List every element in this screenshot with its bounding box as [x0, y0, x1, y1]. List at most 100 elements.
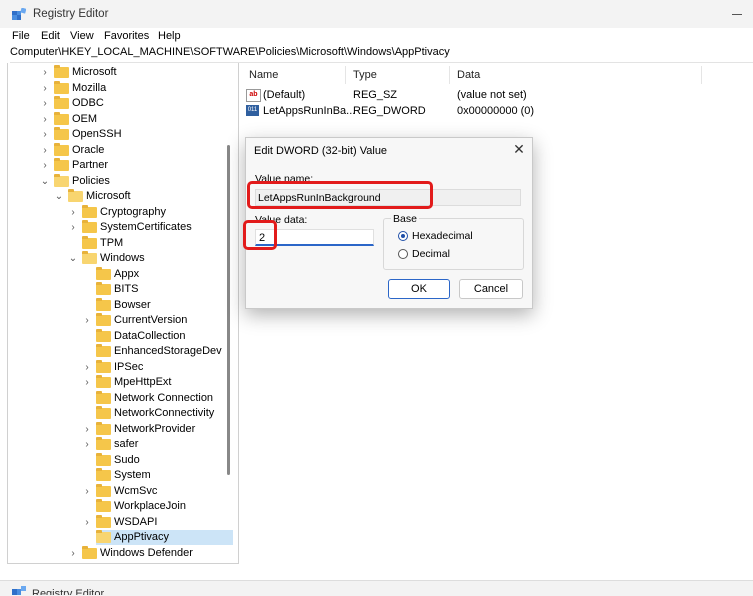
tree-item-label: Microsoft [86, 190, 131, 202]
decimal-label[interactable]: Decimal [412, 248, 450, 260]
column-header-name[interactable]: Name [249, 69, 278, 81]
menu-help[interactable]: Help [158, 30, 181, 42]
tree-item-label: IPSec [114, 360, 144, 373]
tree-item-label: Mozilla [72, 81, 107, 94]
chevron-right-icon[interactable]: › [40, 96, 50, 111]
chevron-right-icon[interactable]: › [40, 143, 50, 158]
tree-item[interactable]: › Partner [43, 158, 233, 173]
tree-item-label: Microsoft [72, 66, 117, 78]
chevron-right-icon[interactable]: › [40, 81, 50, 96]
chevron-right-icon[interactable]: › [68, 205, 78, 220]
tree-item[interactable]: Bowser [96, 297, 233, 313]
tree-item[interactable]: › IPSec [85, 359, 233, 375]
tree-item[interactable]: AppPtivacy [96, 530, 233, 545]
tree-item-label: SystemCertificates [100, 221, 192, 233]
cancel-button[interactable]: Cancel [459, 279, 523, 299]
tree-item[interactable]: NetworkConnectivity [96, 406, 233, 421]
folder-icon [96, 514, 111, 528]
chevron-down-icon[interactable]: ⌄ [68, 251, 78, 266]
menu-edit[interactable]: Edit [41, 30, 60, 42]
tree-item-label: safer [114, 438, 139, 450]
tree-item[interactable]: BITS [96, 282, 233, 297]
tree-item[interactable]: › MpeHttpExt [85, 375, 233, 390]
folder-icon [96, 282, 111, 295]
tree-item-label: EnhancedStorageDev [114, 345, 222, 357]
tree-item-label: Oracle [72, 143, 105, 156]
ok-button[interactable]: OK [388, 279, 450, 299]
tree-item[interactable]: EnhancedStorageDev [96, 344, 233, 359]
chevron-right-icon[interactable]: › [40, 158, 50, 173]
tree-item[interactable]: Network Connection [96, 390, 233, 406]
tree-item[interactable]: Sudo [96, 452, 233, 468]
tree-item[interactable]: ⌄ Policies [41, 173, 233, 189]
column-header-data[interactable]: Data [457, 69, 480, 81]
tree-item[interactable]: › WcmSvc [85, 483, 233, 499]
tree-item[interactable]: › Mozilla [43, 80, 233, 96]
tree-item[interactable]: ⌄ Microsoft [55, 189, 233, 204]
menu-file[interactable]: File [12, 30, 30, 42]
chevron-right-icon[interactable]: › [68, 220, 78, 235]
list-row[interactable]: 011 LetAppsRunInBa... REG_DWORD 0x000000… [241, 103, 753, 119]
tree-item[interactable]: › Windows Defender [71, 545, 233, 561]
tree-item-label: NetworkConnectivity [114, 407, 215, 419]
tree-item[interactable]: › CurrentVersion [85, 313, 233, 328]
menu-view[interactable]: View [70, 30, 94, 42]
tree-item-label: DataCollection [114, 329, 186, 342]
chevron-right-icon[interactable]: › [40, 127, 50, 142]
base-label: Base [391, 213, 419, 225]
chevron-right-icon[interactable]: › [82, 484, 92, 499]
tree-item[interactable]: DataCollection [96, 328, 233, 344]
close-icon[interactable]: ✕ [512, 142, 526, 156]
registry-editor-icon [12, 586, 26, 595]
tree-item-label: Sudo [114, 453, 140, 466]
tree-item[interactable]: › NetworkProvider [85, 421, 233, 437]
tree-item[interactable]: › SystemCertificates [71, 220, 233, 235]
tree-item-label: WorkplaceJoin [114, 500, 186, 512]
registry-tree: › Microsoft › Mozilla › ODBC › OEM › OpenSSH › Orac… [7, 63, 239, 564]
tree-item-label: WSDAPI [114, 515, 158, 528]
chevron-down-icon[interactable]: ⌄ [40, 174, 50, 189]
tree-item-label: Windows [100, 252, 145, 264]
chevron-right-icon[interactable]: › [82, 313, 92, 328]
chevron-right-icon[interactable]: › [40, 112, 50, 127]
hexadecimal-label[interactable]: Hexadecimal [412, 230, 473, 242]
column-header-type[interactable]: Type [353, 69, 377, 81]
hexadecimal-radio[interactable] [398, 231, 408, 241]
tree-item[interactable]: › Oracle [43, 142, 233, 158]
address-bar[interactable]: Computer\HKEY_LOCAL_MACHINE\SOFTWARE\Pol… [10, 46, 753, 63]
tree-item-label: OpenSSH [72, 128, 122, 140]
chevron-right-icon[interactable]: › [40, 65, 50, 80]
tree-item[interactable]: › OpenSSH [43, 127, 233, 142]
tree-item[interactable]: › safer [85, 437, 233, 452]
chevron-right-icon[interactable]: › [82, 422, 92, 437]
chevron-right-icon[interactable]: › [82, 375, 92, 390]
registry-editor-icon [12, 8, 26, 20]
tree-item[interactable]: › OEM [43, 111, 233, 127]
minimize-button[interactable] [728, 6, 746, 22]
tree-item[interactable]: WorkplaceJoin [96, 499, 233, 514]
tree-item-label: Cryptography [100, 205, 167, 218]
menu-favorites[interactable]: Favorites [104, 30, 149, 42]
decimal-radio[interactable] [398, 249, 408, 259]
chevron-right-icon[interactable]: › [82, 515, 92, 530]
chevron-right-icon[interactable]: › [68, 546, 78, 561]
tree-item[interactable]: TPM [82, 235, 233, 251]
chevron-right-icon[interactable]: › [82, 360, 92, 375]
tree-scrollbar[interactable] [227, 145, 230, 475]
tree-item[interactable]: › WSDAPI [85, 514, 233, 530]
list-row[interactable]: ab (Default) REG_SZ (value not set) [241, 87, 753, 103]
tree-item[interactable]: Appx [96, 266, 233, 282]
tree-item[interactable]: › Cryptography [71, 204, 233, 220]
folder-icon [54, 65, 69, 78]
tree-item[interactable]: System [96, 468, 233, 483]
chevron-down-icon[interactable]: ⌄ [54, 189, 64, 204]
tree-item[interactable]: › Microsoft [43, 65, 233, 80]
tree-item[interactable]: ⌄ Windows [69, 251, 233, 266]
tree-item-label: ODBC [72, 97, 104, 109]
value-data: 0x00000000 (0) [457, 105, 535, 117]
folder-icon [96, 468, 111, 481]
base-group [383, 218, 524, 270]
folder-icon [82, 235, 97, 249]
chevron-right-icon[interactable]: › [82, 437, 92, 452]
tree-item[interactable]: › ODBC [43, 96, 233, 111]
